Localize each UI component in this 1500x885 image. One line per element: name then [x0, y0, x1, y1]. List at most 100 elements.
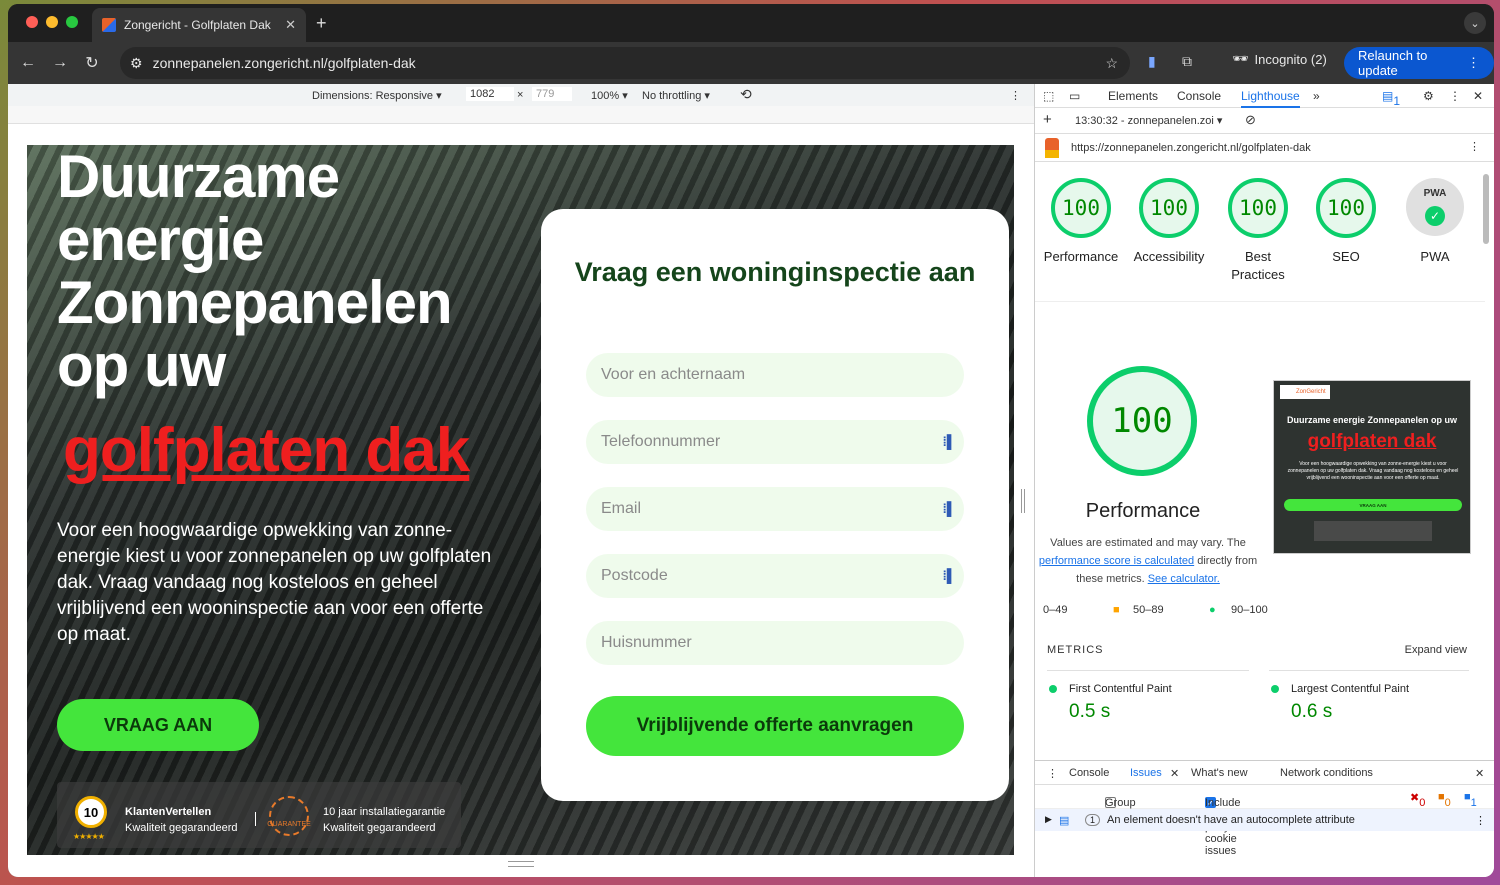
legend-pass: 90–100 — [1231, 604, 1268, 616]
device-toolbar: Dimensions: Responsive ▾ 1082 × 779 100%… — [8, 84, 1034, 106]
issues-counter[interactable]: ▤ 1 — [1382, 89, 1400, 108]
tab-elements[interactable]: Elements — [1108, 89, 1158, 103]
new-tab-button[interactable]: + — [316, 13, 327, 34]
legend-pass-icon: ● — [1209, 604, 1216, 616]
guarantee-text: 10 jaar installatiegarantie Kwaliteit ge… — [323, 804, 445, 836]
gauge-seo[interactable]: 100 — [1316, 178, 1376, 238]
issue-text: An element doesn't have an autocomplete … — [1107, 814, 1355, 826]
report-url[interactable]: https://zonnepanelen.zongericht.nl/golfp… — [1071, 142, 1311, 154]
housenumber-field[interactable]: Huisnummer — [586, 621, 964, 665]
expand-arrow-icon[interactable]: ▶ — [1045, 814, 1052, 825]
devtools-menu-icon[interactable]: ⋮ — [1449, 89, 1461, 103]
calculator-link[interactable]: See calculator. — [1148, 573, 1220, 585]
settings-gear-icon[interactable]: ⚙ — [1423, 89, 1434, 103]
extensions-puzzle-icon[interactable]: ⧉ — [1182, 53, 1192, 70]
warning-count-badge: ■ 0 — [1438, 791, 1451, 809]
device-options-icon[interactable]: ⋮ — [1010, 89, 1021, 102]
legend-average-icon: ■ — [1113, 604, 1120, 616]
name-field[interactable]: Voor en achternaam — [586, 353, 964, 397]
guarantee-seal-icon: GUARANTEE — [267, 796, 311, 836]
lighthouse-toolbar: + 13:30:32 - zonnepanelen.zoi ▾ ⊘ — [1035, 108, 1494, 134]
bookmark-star-icon[interactable]: ☆ — [1105, 55, 1118, 72]
gauge-label-performance: Performance — [1043, 249, 1119, 264]
browser-tab[interactable]: Zongericht - Golfplaten Dak ✕ — [92, 8, 306, 42]
width-input[interactable]: 1082 — [466, 87, 514, 101]
gauge-pwa[interactable]: PWA ✓ — [1406, 178, 1464, 236]
site-info-icon[interactable]: ⚙ — [130, 55, 143, 72]
throttling-dropdown[interactable]: No throttling ▾ — [642, 89, 710, 102]
reload-icon[interactable]: ↻ — [76, 53, 108, 73]
drawer-tab-issues[interactable]: Issues — [1130, 767, 1162, 779]
performance-big-gauge: 100 — [1087, 366, 1197, 476]
new-report-plus-icon[interactable]: + — [1043, 111, 1052, 128]
browser-toolbar: ← → ↻ ⚙ zonnepanelen.zongericht.nl/golfp… — [8, 42, 1494, 84]
drawer-tab-network-conditions[interactable]: Network conditions — [1280, 767, 1373, 779]
klantenvertellen-text: KlantenVertellen Kwaliteit gegarandeerd — [125, 804, 238, 836]
drawer-tab-whats-new[interactable]: What's new — [1191, 767, 1248, 779]
autofill-icon[interactable]: ⁞▌ — [942, 501, 956, 516]
devtools-tabbar: ⬚ ▭ Elements Console Lighthouse » ▤ 1 ⚙ … — [1035, 84, 1494, 108]
close-devtools-icon[interactable]: ✕ — [1473, 89, 1483, 103]
zoom-dropdown[interactable]: 100% ▾ — [591, 89, 628, 102]
incognito-indicator[interactable]: 🕶 Incognito (2) — [1232, 51, 1327, 67]
height-input[interactable]: 779 — [532, 87, 572, 101]
close-drawer-icon[interactable]: ✕ — [1475, 767, 1484, 780]
clear-reports-icon[interactable]: ⊘ — [1245, 112, 1256, 128]
website-page: Duurzame energie Zonnepanelen op uw golf… — [27, 145, 1014, 855]
maximize-window-button[interactable] — [66, 16, 78, 28]
vraag-aan-button[interactable]: VRAAG AAN — [57, 699, 259, 751]
inspect-element-icon[interactable]: ⬚ — [1043, 89, 1054, 103]
drawer-menu-icon[interactable]: ⋮ — [1047, 767, 1058, 780]
gauge-accessibility[interactable]: 100 — [1139, 178, 1199, 238]
gauge-performance[interactable]: 100 — [1051, 178, 1111, 238]
info-count: 1 — [1470, 797, 1477, 809]
close-tab-icon[interactable]: ✕ — [285, 17, 296, 33]
postcode-field[interactable]: Postcode ⁞▌ — [586, 554, 964, 598]
page-screenshot-thumbnail[interactable]: ZonGericht Duurzame energie Zonnepanelen… — [1273, 380, 1471, 554]
gauge-best-practices[interactable]: 100 — [1228, 178, 1288, 238]
metric-value: 0.6 s — [1291, 701, 1333, 722]
pwa-check-icon: ✓ — [1425, 206, 1445, 226]
thumb-header: ZonGericht — [1274, 381, 1470, 401]
klantenvertellen-score-badge: 10 — [75, 796, 107, 828]
issue-row[interactable]: ▶ ▤ 1 An element doesn't have an autocom… — [1035, 809, 1494, 831]
phone-field[interactable]: Telefoonnummer ⁞▌ — [586, 420, 964, 464]
report-menu-icon[interactable]: ⋮ — [1469, 140, 1480, 153]
devtools-scrollbar[interactable] — [1483, 174, 1489, 244]
tab-lighthouse[interactable]: Lighthouse — [1241, 89, 1300, 108]
issues-options: Group by kind ✓Include third-party cooki… — [1035, 785, 1494, 857]
gauge-label-accessibility: Accessibility — [1133, 249, 1205, 264]
device-toggle-icon[interactable]: ▭ — [1069, 89, 1080, 103]
more-menu-icon[interactable]: ⋮ — [1467, 55, 1480, 71]
pwa-badge-text: PWA — [1423, 188, 1447, 199]
more-tabs-chevron-icon[interactable]: » — [1313, 89, 1320, 103]
score-legend: ▲ 0–49 ■ 50–89 ● 90–100 — [1035, 604, 1475, 618]
expand-view-button[interactable]: Expand view — [1405, 644, 1467, 656]
incognito-label: Incognito (2) — [1254, 51, 1327, 67]
minimize-window-button[interactable] — [46, 16, 58, 28]
autofill-icon[interactable]: ⁞▌ — [942, 568, 956, 583]
tab-console[interactable]: Console — [1177, 89, 1221, 103]
tab-title: Zongericht - Golfplaten Dak — [124, 18, 271, 32]
lighthouse-logo-icon — [1045, 138, 1059, 158]
perf-score-link[interactable]: performance score is calculated — [1039, 555, 1194, 567]
email-field[interactable]: Email ⁞▌ — [586, 487, 964, 531]
viewport-resize-handle[interactable] — [1021, 489, 1025, 513]
submit-offer-button[interactable]: Vrijblijvende offerte aanvragen — [586, 696, 964, 756]
address-bar[interactable]: ⚙ zonnepanelen.zongericht.nl/golfplaten-… — [120, 47, 1130, 79]
close-window-button[interactable] — [26, 16, 38, 28]
performance-title: Performance — [1085, 500, 1201, 522]
forward-arrow-icon[interactable]: → — [44, 54, 76, 72]
report-selector[interactable]: 13:30:32 - zonnepanelen.zoi ▾ — [1075, 114, 1222, 127]
drawer-tab-console[interactable]: Console — [1069, 767, 1109, 779]
rotate-icon[interactable]: ⟲ — [740, 86, 752, 103]
relaunch-button[interactable]: Relaunch to update ⋮ — [1344, 47, 1494, 79]
back-arrow-icon[interactable]: ← — [12, 54, 44, 72]
autofill-icon[interactable]: ⁞▌ — [942, 434, 956, 449]
tab-search-chevron-icon[interactable]: ⌄ — [1464, 12, 1486, 34]
viewport-bottom-resize-handle[interactable] — [508, 861, 534, 867]
extension-icon[interactable]: ▮ — [1148, 53, 1156, 70]
issue-menu-icon[interactable]: ⋮ — [1475, 814, 1486, 827]
dimensions-dropdown[interactable]: Dimensions: Responsive ▾ — [312, 89, 442, 102]
close-issues-tab-icon[interactable]: ✕ — [1170, 767, 1179, 780]
